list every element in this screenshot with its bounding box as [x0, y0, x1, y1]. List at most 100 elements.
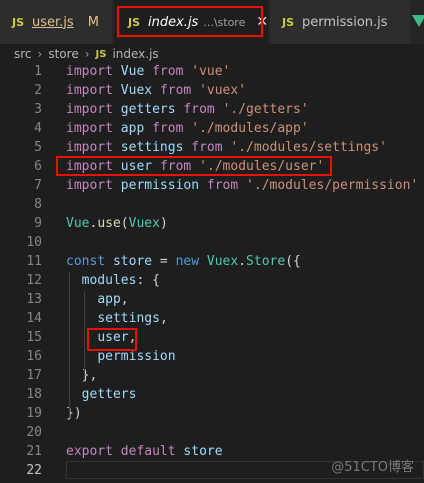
line-number: 4 — [34, 121, 42, 136]
line-number: 11 — [26, 254, 42, 269]
javascript-file-icon: JS — [282, 15, 295, 29]
code-token: : { — [136, 273, 160, 288]
code-token: , — [159, 311, 168, 326]
code-token: }, — [66, 368, 98, 383]
code-line[interactable]: 20 — [0, 423, 424, 442]
code-text: import permission from './modules/permis… — [66, 176, 418, 195]
code-token: from — [152, 64, 184, 79]
code-line[interactable]: 13 app, — [0, 290, 424, 309]
code-text: Vue.use(Vuex) — [66, 214, 168, 233]
code-token: Vuex — [206, 254, 239, 269]
tab-label: user.js — [32, 14, 74, 30]
line-number: 19 — [26, 406, 42, 421]
highlight-box-user-module — [87, 328, 137, 351]
line-number: 10 — [26, 235, 42, 250]
code-line[interactable]: 19}) — [0, 404, 424, 423]
code-text: const store = new Vuex.Store({ — [66, 252, 301, 271]
code-line[interactable]: 9 Vue.use(Vuex) — [0, 214, 424, 233]
code-text: import app from './modules/app' — [66, 119, 309, 138]
code-line[interactable]: 3 import getters from './getters' — [0, 100, 424, 119]
breadcrumb-item-file[interactable]: index.js — [112, 47, 158, 61]
line-number: 1 — [34, 64, 42, 79]
code-token: store — [183, 444, 223, 459]
code-token: import — [66, 64, 113, 79]
line-number: 20 — [26, 425, 42, 440]
chevron-right-icon: › — [37, 47, 43, 61]
tab-label: permission.js — [302, 14, 388, 30]
code-text: app, — [66, 290, 129, 309]
vue-file-icon[interactable] — [412, 15, 424, 27]
line-number: 12 — [26, 273, 42, 288]
code-text: import Vuex from 'vuex' — [66, 81, 246, 100]
code-text: settings, — [66, 309, 168, 328]
code-text: getters — [66, 385, 137, 404]
code-token: settings — [120, 140, 184, 155]
code-token: from — [159, 83, 192, 98]
code-token: , — [120, 292, 129, 307]
code-token: './modules/app' — [191, 121, 309, 136]
code-token: new — [175, 254, 200, 269]
code-token: './modules/settings' — [230, 140, 387, 155]
breadcrumb-item-store[interactable]: store — [48, 47, 78, 61]
code-token: default — [120, 444, 176, 459]
code-text: modules: { — [66, 271, 160, 290]
code-line[interactable]: 8 — [0, 195, 424, 214]
tab-user-js[interactable]: JS user.js M — [0, 0, 112, 44]
code-token: = — [152, 254, 176, 269]
code-token: import — [66, 83, 113, 98]
code-line[interactable]: 17 }, — [0, 366, 424, 385]
code-line[interactable]: 4 import app from './modules/app' — [0, 119, 424, 138]
highlight-box-active-tab — [117, 6, 263, 37]
line-number: 3 — [34, 102, 42, 117]
code-token: const — [66, 254, 106, 269]
code-token: import — [66, 178, 113, 193]
code-line[interactable]: 14 settings, — [0, 309, 424, 328]
code-text: }, — [66, 366, 98, 385]
editor-tab-bar: JS user.js M JS index.js ...\store ✕ JS … — [0, 0, 424, 44]
code-line[interactable]: 12 modules: { — [0, 271, 424, 290]
code-token: getters — [81, 387, 137, 402]
code-token: from — [183, 102, 215, 117]
tab-permission-js[interactable]: JS permission.js — [270, 0, 410, 44]
watermark: @51CTO博客 — [331, 460, 414, 475]
code-line[interactable]: 2 import Vuex from 'vuex' — [0, 81, 424, 100]
code-text: import settings from './modules/settings… — [66, 138, 387, 157]
javascript-file-icon: JS — [95, 48, 107, 60]
code-token: 'vuex' — [199, 83, 247, 98]
code-text: import Vue from 'vue' — [66, 62, 230, 81]
modified-badge: M — [87, 14, 99, 30]
code-token: Vue — [66, 216, 90, 231]
code-token: from — [191, 140, 223, 155]
breadcrumb-item-src[interactable]: src — [14, 47, 32, 61]
line-number: 18 — [26, 387, 42, 402]
code-line[interactable]: 10 — [0, 233, 424, 252]
code-line[interactable]: 15 user, — [0, 328, 424, 347]
code-token: Store — [246, 254, 286, 269]
line-number: 13 — [26, 292, 42, 307]
code-token: import — [66, 140, 113, 155]
line-number: 5 — [34, 140, 42, 155]
code-line[interactable]: 7 import permission from './modules/permi… — [0, 176, 424, 195]
code-token: import — [66, 102, 113, 117]
code-token: ({ — [285, 254, 301, 269]
code-line[interactable]: 18 getters — [0, 385, 424, 404]
code-token: from — [152, 121, 184, 136]
highlight-box-import-user — [56, 156, 332, 176]
line-number: 9 — [34, 216, 42, 231]
code-line[interactable]: 1 import Vue from 'vue' — [0, 62, 424, 81]
code-line[interactable]: 16 permission — [0, 347, 424, 366]
code-text: import getters from './getters' — [66, 100, 309, 119]
line-number: 15 — [26, 330, 42, 345]
code-line[interactable]: 11 const store = new Vuex.Store({ — [0, 252, 424, 271]
line-number: 7 — [34, 178, 42, 193]
code-line[interactable]: 5 import settings from './modules/setting… — [0, 138, 424, 157]
line-number: 17 — [26, 368, 42, 383]
